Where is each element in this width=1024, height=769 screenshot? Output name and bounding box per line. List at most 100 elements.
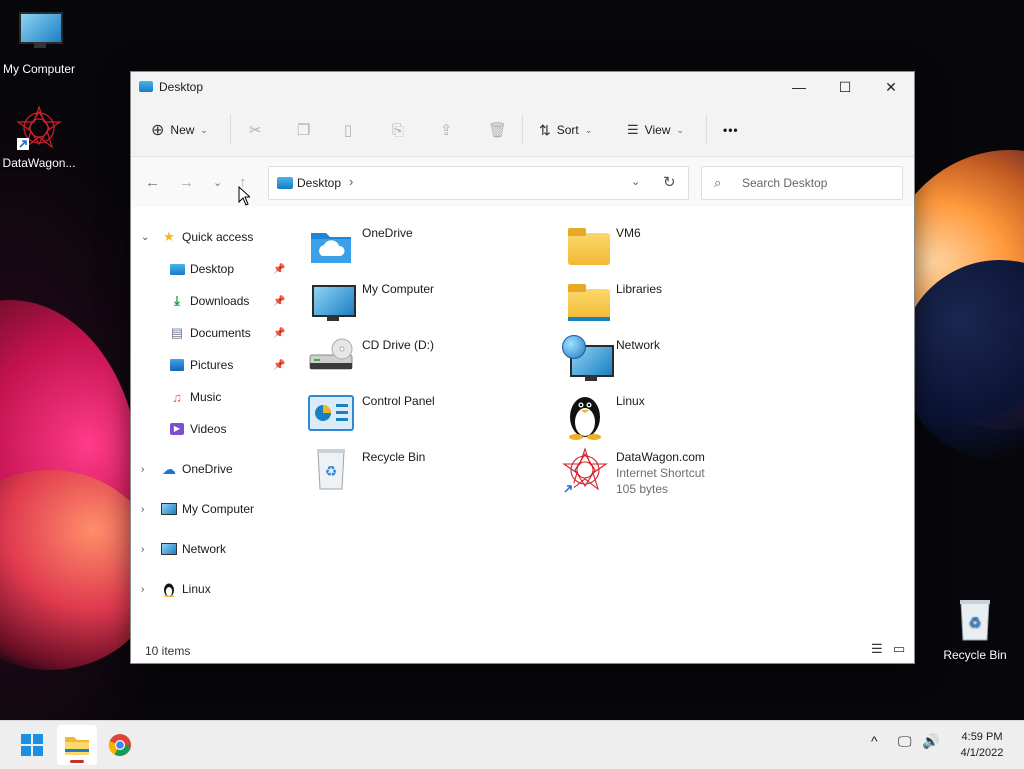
item-name: My Computer	[362, 282, 435, 296]
maximize-icon: ☐	[838, 78, 852, 95]
sidebar-item-label: My Computer	[182, 502, 255, 516]
recent-locations-chevron-icon[interactable]: ⌄	[213, 176, 222, 189]
more-dots-icon: •••	[723, 123, 739, 137]
trash-icon: 🗑	[488, 122, 508, 139]
title-bar[interactable]: Desktop — ☐ ✕	[131, 72, 914, 102]
network-icon	[562, 335, 614, 381]
item-count: 10 items	[145, 644, 191, 658]
sort-arrows-icon: ⇅	[539, 121, 551, 138]
search-icon: ⌕	[714, 175, 722, 190]
system-clock[interactable]: 4:59 PM 4/1/2022	[950, 729, 1014, 761]
desktop-icon-datawagon[interactable]: DataWagon...	[0, 104, 81, 170]
list-item[interactable]: Network	[550, 335, 790, 387]
copy-button[interactable]: ❐	[297, 116, 310, 144]
expanded-chevron-icon[interactable]: ⌄	[141, 232, 149, 243]
list-item[interactable]: CD Drive (D:)	[296, 335, 536, 387]
breadcrumb-desktop[interactable]: Desktop	[297, 176, 341, 190]
list-item[interactable]: My Computer	[296, 279, 536, 331]
search-placeholder: Search Desktop	[742, 176, 828, 190]
window-title: Desktop	[159, 80, 204, 94]
desktop-icon-my-computer[interactable]: My Computer	[0, 10, 81, 76]
list-item[interactable]: Linux	[550, 391, 790, 443]
sidebar-item-quick-access[interactable]: ⌄ ★ Quick access	[131, 225, 296, 249]
list-item[interactable]: OneDrive	[296, 223, 536, 275]
pin-icon: 📌	[273, 359, 286, 371]
address-bar[interactable]: Desktop › ⌄ ↻	[268, 166, 689, 200]
collapsed-chevron-icon[interactable]: ›	[141, 584, 144, 595]
taskbar-chrome[interactable]	[100, 725, 140, 765]
breadcrumb-chevron-icon[interactable]: ›	[349, 174, 353, 189]
item-name: Network	[616, 338, 661, 352]
chevron-down-icon: ⌄	[676, 124, 684, 135]
collapsed-chevron-icon[interactable]: ›	[141, 544, 144, 555]
delete-button[interactable]: 🗑	[488, 116, 507, 144]
large-icons-view-icon[interactable]: ▭	[893, 641, 905, 657]
cloud-icon: ☁	[162, 460, 176, 477]
pictures-icon	[169, 357, 185, 373]
datawagon-shortcut-icon	[15, 104, 63, 152]
share-button[interactable]: ⇪	[440, 116, 453, 144]
search-box[interactable]: ⌕ Search Desktop	[701, 166, 903, 200]
desktop-folder-icon	[169, 261, 185, 277]
sidebar-item-linux[interactable]: › Linux	[131, 577, 296, 601]
sidebar-item-desktop[interactable]: Desktop 📌	[131, 257, 296, 281]
item-name: Control Panel	[362, 394, 435, 408]
toolbar-divider	[706, 114, 707, 144]
plus-circle-icon: ⊕	[151, 122, 165, 139]
desktop-icon-recycle-bin[interactable]: ♻ Recycle Bin	[933, 596, 1017, 662]
collapsed-chevron-icon[interactable]: ›	[141, 464, 144, 475]
volume-icon[interactable]: 🔊	[922, 733, 939, 750]
view-list-icon: ☰	[627, 122, 639, 137]
recycle-bin-icon: ♻	[951, 596, 999, 644]
sort-button[interactable]: ⇅ Sort ⌄	[539, 116, 592, 144]
item-name: Linux	[616, 394, 645, 408]
desktop-icon-label: Recycle Bin	[943, 648, 1007, 662]
sidebar-item-label: Documents	[190, 326, 251, 340]
start-button[interactable]	[12, 725, 52, 765]
cut-button[interactable]: ✂	[249, 116, 262, 144]
list-item[interactable]: ♻ Recycle Bin	[296, 447, 536, 499]
folder-icon	[562, 223, 610, 269]
back-arrow-icon[interactable]: ←	[145, 174, 160, 191]
list-item[interactable]: Control Panel	[296, 391, 536, 443]
sidebar-item-documents[interactable]: ▤ Documents 📌	[131, 321, 296, 345]
close-button[interactable]: ✕	[868, 72, 914, 102]
sidebar-item-my-computer[interactable]: › My Computer	[131, 497, 296, 521]
sort-label: Sort	[556, 123, 579, 137]
item-name: OneDrive	[362, 226, 413, 240]
network-icon	[161, 541, 177, 557]
new-button[interactable]: ⊕ New ⌄	[151, 116, 208, 144]
cd-drive-icon	[308, 335, 354, 381]
desktop-icon-label: My Computer	[2, 62, 76, 76]
forward-arrow-icon[interactable]: →	[179, 174, 194, 191]
list-item[interactable]: Libraries	[550, 279, 790, 331]
status-bar: 10 items ☰ ▭	[131, 633, 914, 663]
list-item[interactable]: VM6	[550, 223, 790, 275]
more-options-button[interactable]: •••	[723, 116, 739, 144]
linux-penguin-icon	[562, 391, 608, 440]
refresh-icon[interactable]: ↻	[663, 173, 676, 191]
svg-text:♻: ♻	[325, 464, 338, 480]
sidebar-item-onedrive[interactable]: › ☁ OneDrive	[131, 457, 296, 481]
sidebar-item-music[interactable]: ♫ Music	[131, 385, 296, 409]
collapsed-chevron-icon[interactable]: ›	[141, 504, 144, 515]
taskbar-file-explorer[interactable]	[57, 725, 97, 765]
details-view-icon[interactable]: ☰	[871, 641, 883, 657]
navigation-pane: ⌄ ★ Quick access Desktop 📌 ⤓ Downloads 📌…	[131, 207, 296, 633]
sidebar-item-videos[interactable]: ▶ Videos	[131, 417, 296, 441]
sidebar-item-downloads[interactable]: ⤓ Downloads 📌	[131, 289, 296, 313]
view-button[interactable]: ☰ View ⌄	[627, 116, 684, 144]
network-status-icon[interactable]: 🖵	[898, 733, 912, 750]
paste-button[interactable]: ▯	[344, 116, 352, 144]
minimize-button[interactable]: —	[776, 72, 822, 102]
list-item[interactable]: DataWagon.com Internet Shortcut 105 byte…	[550, 447, 790, 513]
rename-button[interactable]: ⎘	[392, 116, 404, 144]
maximize-button[interactable]: ☐	[822, 72, 868, 102]
show-hidden-icons-chevron-icon[interactable]: ^	[871, 733, 878, 749]
address-history-chevron-icon[interactable]: ⌄	[631, 175, 640, 188]
svg-text:♻: ♻	[969, 615, 982, 631]
music-note-icon: ♫	[172, 389, 182, 405]
item-name: Libraries	[616, 282, 663, 296]
sidebar-item-pictures[interactable]: Pictures 📌	[131, 353, 296, 377]
sidebar-item-network[interactable]: › Network	[131, 537, 296, 561]
